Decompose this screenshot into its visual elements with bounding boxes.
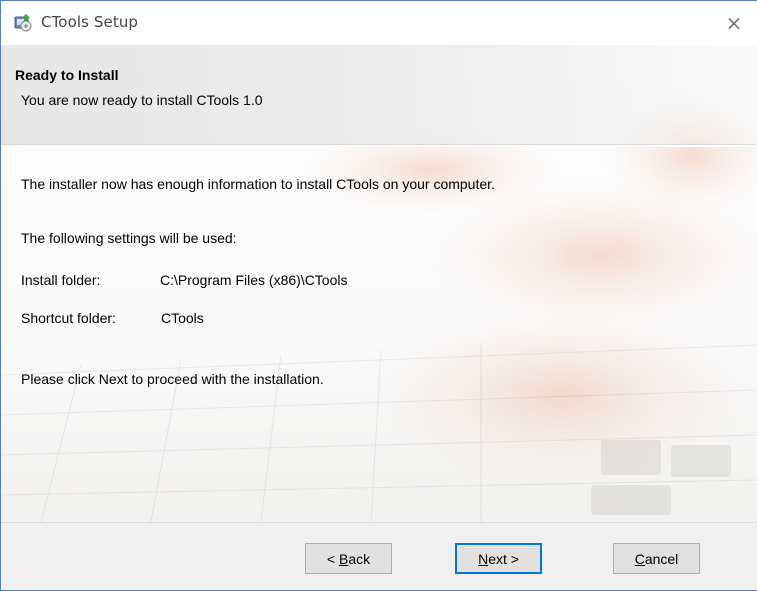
title-bar[interactable]: CTools Setup × — [1, 1, 757, 45]
cancel-button-accel: C — [634, 550, 645, 567]
proceed-text: Please click Next to proceed with the in… — [21, 371, 324, 387]
cancel-button-rest: ancel — [644, 550, 679, 567]
next-button-rest: ext > — [488, 550, 519, 567]
button-bar: < Back Next > Cancel — [1, 522, 757, 590]
header-divider — [1, 144, 757, 147]
settings-heading: The following settings will be used: — [21, 230, 237, 246]
wizard-content: Ready to Install You are now ready to in… — [1, 45, 757, 522]
setup-installer-icon — [13, 12, 33, 32]
setup-window: CTools Setup × Ready to Install You are … — [0, 0, 757, 591]
page-subtitle: You are now ready to install CTools 1.0 — [21, 92, 263, 108]
install-folder-value: C:\Program Files (x86)\CTools — [160, 272, 348, 288]
header-band: Ready to Install You are now ready to in… — [1, 45, 757, 145]
page-title: Ready to Install — [15, 67, 119, 83]
install-folder-label: Install folder: — [21, 272, 101, 288]
intro-text: The installer now has enough information… — [21, 176, 495, 192]
next-button[interactable]: Next > — [455, 543, 542, 574]
window-title: CTools Setup — [41, 13, 139, 31]
back-button-accel: B — [338, 550, 349, 567]
close-button[interactable]: × — [711, 1, 757, 45]
cancel-button[interactable]: Cancel — [613, 543, 700, 574]
shortcut-folder-value: CTools — [161, 310, 204, 326]
next-button-accel: N — [478, 550, 489, 567]
back-button-prefix: < — [326, 550, 339, 567]
back-button-rest: ack — [348, 550, 371, 567]
shortcut-folder-label: Shortcut folder: — [21, 310, 116, 326]
back-button[interactable]: < Back — [305, 543, 392, 574]
